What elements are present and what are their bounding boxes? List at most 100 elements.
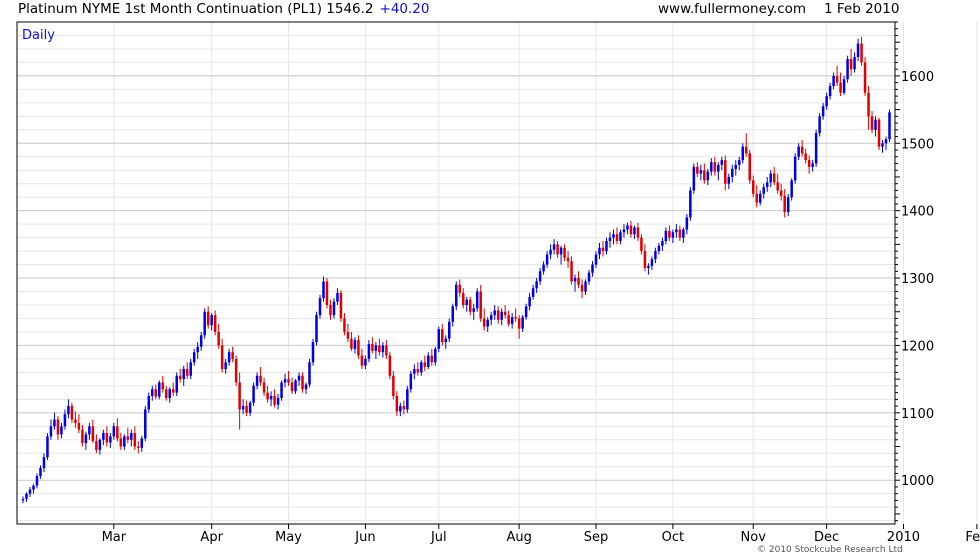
candle-body-up [731, 168, 734, 177]
candle-body-up [437, 329, 441, 349]
candle-body-up [489, 315, 493, 320]
candle-body-down [273, 395, 276, 405]
candle-body-up [769, 173, 772, 183]
candle-body-up [573, 278, 577, 282]
candle-body-up [269, 395, 273, 400]
x-tick-label: 2010 [887, 530, 920, 545]
candle-body-down [496, 310, 500, 320]
candle-body-up [465, 299, 468, 306]
candle-body-down [779, 190, 783, 196]
candle-body-down [178, 375, 182, 380]
candle-body-up [32, 485, 35, 490]
candle-body-down [563, 247, 566, 258]
candle-body-down [776, 182, 779, 191]
candle-body-up [734, 164, 738, 169]
candle-body-down [206, 311, 210, 326]
candle-body-up [626, 225, 629, 230]
candle-body-down [116, 426, 119, 439]
candle-body-up [818, 116, 821, 134]
candle-body-up [444, 338, 448, 343]
candle-body-up [21, 499, 25, 501]
candle-body-up [821, 106, 825, 117]
candle-body-down [287, 379, 290, 383]
candle-body-up [406, 389, 409, 410]
candle-body-down [744, 146, 748, 154]
y-tick-label: 1000 [901, 474, 934, 489]
candle-body-down [615, 234, 619, 241]
candle-body-down [430, 355, 434, 363]
candle-body-down [70, 406, 74, 420]
candle-body-up [46, 436, 49, 458]
candle-body-up [542, 264, 545, 272]
candle-body-down [580, 284, 584, 292]
candle-body-down [259, 375, 262, 383]
candle-body-down [290, 382, 294, 392]
candle-body-down [423, 362, 427, 367]
candle-body-up [427, 355, 430, 367]
candle-body-down [357, 340, 360, 356]
candle-body-up [472, 308, 475, 312]
candle-body-up [151, 389, 154, 396]
candle-body-down [724, 160, 727, 184]
candle-body-up [98, 439, 102, 450]
candle-body-up [587, 272, 591, 282]
candle-body-up [657, 245, 661, 252]
x-tick-label: May [275, 530, 302, 545]
candle-body-up [888, 112, 891, 140]
candle-body-up [311, 342, 315, 363]
candle-body-up [612, 234, 615, 238]
candle-body-up [189, 362, 192, 376]
candle-body-up [710, 162, 713, 172]
candle-body-up [521, 317, 524, 329]
candle-body-up [608, 237, 612, 241]
candle-body-down [678, 229, 682, 238]
candle-body-down [301, 375, 304, 390]
candle-body-down [696, 166, 699, 174]
candle-body-up [199, 335, 203, 347]
candle-body-up [828, 86, 832, 97]
candle-body-up [353, 340, 357, 349]
candle-body-down [126, 436, 130, 440]
x-tick-label: Dec [814, 530, 839, 545]
candle-body-up [538, 271, 542, 282]
candle-body-up [192, 352, 196, 363]
candle-body-down [133, 433, 137, 447]
candle-body-up [647, 265, 650, 268]
candle-body-down [231, 352, 234, 359]
candle-body-down [350, 338, 353, 349]
candle-body-up [884, 139, 888, 144]
candle-body-down [91, 426, 95, 442]
candle-body-up [881, 143, 884, 147]
candle-body-up [664, 230, 668, 241]
candle-body-down [835, 75, 839, 83]
candle-body-down [164, 389, 168, 398]
candle-body-up [832, 75, 835, 87]
candle-body-down [154, 389, 158, 397]
candle-body-down [507, 315, 510, 324]
candle-body-up [294, 380, 297, 392]
candle-body-up [123, 436, 126, 447]
candle-body-up [276, 397, 280, 405]
candle-body-up [196, 346, 199, 353]
plot-frame [16, 21, 896, 525]
candle-body-up [545, 254, 549, 265]
candle-body-up [598, 247, 601, 255]
candle-body-down [783, 195, 786, 213]
candle-body-down [238, 382, 241, 410]
candle-body-down [262, 382, 266, 393]
candle-body-up [594, 254, 598, 265]
candle-body-up [654, 251, 657, 260]
candle-body-down [640, 237, 643, 252]
candle-body-up [241, 406, 245, 410]
candle-body-down [360, 355, 364, 366]
candle-body-up [332, 301, 336, 316]
candle-body-up [88, 426, 91, 435]
candle-body-down [385, 345, 388, 356]
candle-body-up [619, 232, 622, 241]
candle-body-down [479, 291, 482, 319]
candle-body-up [765, 182, 769, 188]
candle-body-up [42, 457, 46, 469]
candle-body-up [318, 298, 322, 316]
y-tick-label: 1300 [901, 272, 934, 287]
candle-body-down [643, 251, 647, 268]
